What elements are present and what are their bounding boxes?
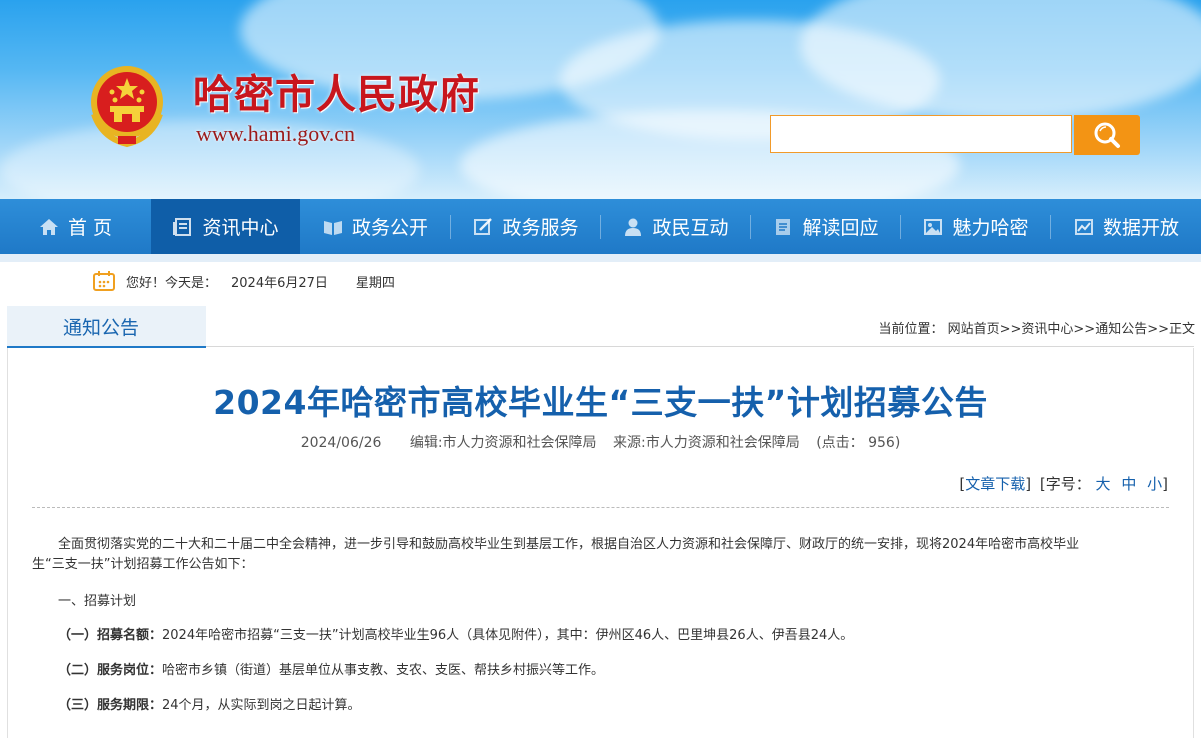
- nav-item-label: 资讯中心: [202, 217, 279, 239]
- plan-item: （二）服务岗位：哈密市乡镇（街道）基层单位从事支教、支农、支医、帮扶乡村振兴等工…: [32, 661, 1169, 681]
- main-nav: 首 页 资讯中心 政务公开 政务服务 政民互动 解读回应 魅力哈密 数据开放: [0, 199, 1201, 254]
- nav-item-label: 魅力哈密: [952, 217, 1029, 239]
- bracket: ]: [1025, 475, 1032, 493]
- home-icon: [39, 218, 58, 235]
- breadcrumb[interactable]: 当前位置： 网站首页>>资讯中心>>通知公告>>正文: [879, 318, 1196, 337]
- plan-item-label: （一）招募名额：: [58, 628, 163, 643]
- plan-item-label: （二）服务岗位：: [58, 663, 163, 678]
- nav-item-gov-open[interactable]: 政务公开: [300, 199, 450, 254]
- nav-item-interpret[interactable]: 解读回应: [751, 199, 900, 254]
- intro-line-2: 生“三支一扶”计划招募工作公告如下：: [32, 557, 254, 572]
- nav-item-interaction[interactable]: 政民互动: [601, 199, 750, 254]
- national-emblem-logo[interactable]: [88, 64, 166, 148]
- plan-item: （一）招募名额：2024年哈密市招募“三支一扶”计划高校毕业生96人（具体见附件…: [32, 626, 1169, 646]
- site-url[interactable]: www.hami.gov.cn: [196, 121, 355, 147]
- current-weekday: 星期四: [355, 275, 395, 291]
- font-size-small[interactable]: 小: [1147, 475, 1162, 493]
- search-input[interactable]: [770, 115, 1072, 153]
- site-header: 哈密市人民政府 www.hami.gov.cn: [0, 0, 1201, 199]
- section-heading: 一、招募计划: [58, 594, 137, 609]
- nav-item-label: 解读回应: [802, 217, 879, 239]
- greeting-text: 您好！今天是：: [126, 275, 218, 291]
- divider: [206, 346, 1194, 347]
- download-link[interactable]: 文章下载: [965, 475, 1025, 493]
- site-title[interactable]: 哈密市人民政府: [193, 62, 480, 120]
- plan-item: （三）服务期限：24个月，从实际到岗之日起计算。: [32, 696, 1169, 716]
- chart-icon: [1074, 218, 1093, 235]
- book-icon: [323, 220, 342, 235]
- intro-line-1: 全面贯彻落实党的二十大和二十届二中全会精神，进一步引导和鼓励高校毕业生到基层工作…: [58, 537, 1080, 552]
- nav-item-charm[interactable]: 魅力哈密: [901, 199, 1050, 254]
- nav-item-label: 政民互动: [652, 217, 729, 239]
- search-button[interactable]: [1074, 115, 1140, 155]
- plan-item-text: 2024年哈密市招募“三支一扶”计划高校毕业生96人（具体见附件），其中：伊州区…: [162, 628, 854, 643]
- dashed-divider: [32, 507, 1169, 508]
- image-icon: [924, 218, 943, 235]
- source-text: 来源:市人力资源和社会保障局: [613, 435, 800, 451]
- user-icon: [625, 218, 642, 236]
- font-size-medium[interactable]: 中: [1121, 475, 1136, 493]
- plan-item-label: （三）服务期限：: [58, 698, 163, 713]
- search-icon: [1094, 122, 1120, 148]
- intro-paragraph-cont: 生“三支一扶”计划招募工作公告如下：: [32, 555, 1169, 575]
- news-icon: [173, 217, 192, 236]
- font-size-large[interactable]: 大: [1096, 475, 1111, 493]
- nav-item-open-data[interactable]: 数据开放: [1051, 199, 1201, 254]
- nav-item-gov-service[interactable]: 政务服务: [451, 199, 600, 254]
- article-title: 2024年哈密市高校毕业生“三支一扶”计划招募公告: [213, 383, 988, 422]
- document-icon: [776, 218, 791, 235]
- click-count: (点击： 956): [816, 435, 901, 451]
- nav-item-news[interactable]: 资讯中心: [151, 199, 300, 254]
- publish-date: 2024/06/26: [300, 435, 382, 451]
- editor-text: 编辑:市人力资源和社会保障局: [409, 435, 597, 451]
- calendar-icon: [93, 271, 115, 291]
- article-meta: 2024/06/26 编辑:市人力资源和社会保障局 来源:市人力资源和社会保障局…: [0, 432, 1201, 452]
- nav-item-label: 数据开放: [1102, 217, 1179, 239]
- nav-item-label: 政务服务: [502, 217, 579, 239]
- nav-shadow-strip: [0, 254, 1201, 262]
- nav-item-label: 政务公开: [351, 217, 428, 239]
- article-tools: [文章下载] [字号： 大 中 小]: [959, 473, 1168, 494]
- edit-icon: [474, 217, 493, 235]
- plan-item-text: 哈密市乡镇（街道）基层单位从事支教、支农、支医、帮扶乡村振兴等工作。: [162, 663, 605, 678]
- bracket: ]: [1162, 475, 1168, 493]
- current-date: 2024年6月27日: [231, 275, 328, 291]
- nav-item-label: 首 页: [67, 217, 113, 239]
- tab-notices[interactable]: 通知公告: [7, 306, 206, 348]
- date-bar: 您好！今天是： 2024年6月27日 星期四: [92, 268, 395, 294]
- plan-item-text: 24个月，从实际到岗之日起计算。: [162, 698, 361, 713]
- nav-item-home[interactable]: 首 页: [0, 199, 150, 254]
- font-size-label: [字号：: [1039, 475, 1091, 493]
- intro-paragraph: 全面贯彻落实党的二十大和二十届二中全会精神，进一步引导和鼓励高校毕业生到基层工作…: [32, 535, 1169, 555]
